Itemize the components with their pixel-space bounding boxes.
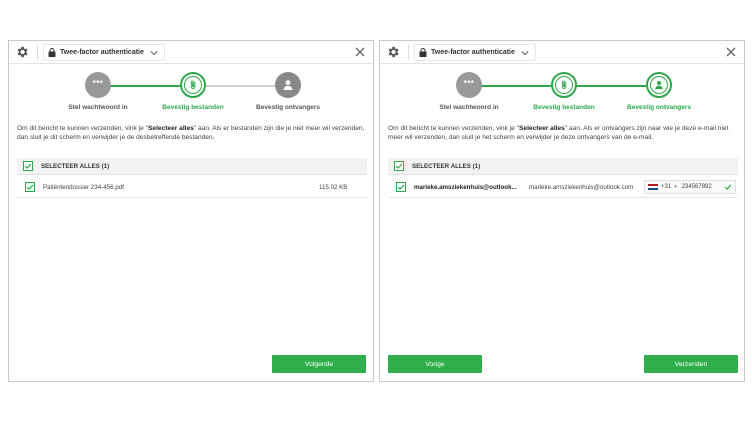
step-3-circle [275,72,301,98]
lock-icon [419,48,427,57]
file-checkbox[interactable] [25,182,35,192]
step-2-circle [551,72,577,98]
step-1-circle: *** [456,72,482,98]
select-all-label: SELECTEER ALLES (1) [412,163,481,170]
recipient-checkbox[interactable] [396,182,406,192]
auth-dialog-files: Twee-factor authenticatie *** Stel wacht… [8,40,374,382]
chevron-down-icon[interactable]: ▾ [674,184,677,190]
step-3-label: Bevestig ontvangers [256,104,320,111]
lock-icon [48,48,56,57]
check-icon [24,163,32,169]
step-3-circle [646,72,672,98]
dialog-header: Twee-factor authenticatie [380,41,744,64]
file-name: Patiëntendossier 234-456.pdf [43,184,124,191]
dropdown-title: Twee-factor authenticatie [60,49,144,56]
header-divider [408,45,409,60]
check-icon [724,184,732,190]
recipient-row: marieke.amsziekenhuis@outlook... marieke… [388,177,738,198]
progress-stepper: *** Stel wachtwoord in Bevestig bestande… [9,72,373,122]
step-1-circle: *** [85,72,111,98]
step-line-1 [110,85,180,87]
step-2-label: Bevestig bestanden [162,104,224,111]
select-all-row: SELECTEER ALLES (1) [17,158,367,175]
chevron-down-icon [521,50,529,55]
file-size: 115.02 KB [319,184,348,191]
close-icon[interactable] [726,47,736,57]
check-icon [395,163,403,169]
paperclip-icon [190,80,195,90]
select-all-checkbox[interactable] [23,161,33,171]
auth-mode-dropdown[interactable]: Twee-factor authenticatie [414,44,536,61]
step-1-glyph: *** [463,79,475,88]
step-line-2 [576,85,646,87]
gear-icon[interactable] [15,45,29,59]
select-all-checkbox[interactable] [394,161,404,171]
select-all-row: SELECTEER ALLES (1) [388,158,738,175]
gear-icon[interactable] [386,45,400,59]
send-button[interactable]: Verzenden [644,355,738,373]
step-3-label: Bevestig ontvangers [627,104,691,111]
step-line-2 [205,85,275,87]
header-divider [37,45,38,60]
user-icon [655,81,663,90]
check-icon [397,184,405,190]
next-button[interactable]: Volgende [272,355,366,373]
dialog-header: Twee-factor authenticatie [9,41,373,64]
nl-flag-icon[interactable] [648,183,658,191]
step-2-label: Bevestig bestanden [533,104,595,111]
file-row: Patiëntendossier 234-456.pdf 115.02 KB [17,177,367,198]
phone-number[interactable]: 234567892 [682,184,724,190]
instruction-text: Om dit bericht te kunnen verzenden, vink… [388,125,729,141]
country-code[interactable]: +31 [661,184,671,190]
progress-stepper: *** Stel wachtwoord in Bevestig bestande… [380,72,744,122]
step-2-circle [180,72,206,98]
auth-mode-dropdown[interactable]: Twee-factor authenticatie [43,44,165,61]
recipient-email: marieke.amsziekenhuis@outlook.com [529,184,634,191]
dropdown-title: Twee-factor authenticatie [431,49,515,56]
select-all-label: SELECTEER ALLES (1) [41,163,110,170]
chevron-down-icon [150,50,158,55]
phone-input[interactable]: +31 ▾ 234567892 [644,180,736,194]
user-icon [283,80,293,90]
check-icon [26,184,34,190]
step-1-glyph: *** [92,79,104,88]
recipient-name: marieke.amsziekenhuis@outlook... [414,184,517,191]
step-1-label: Stel wachtwoord in [68,104,128,111]
back-button[interactable]: Vorige [388,355,482,373]
step-line-1 [481,85,551,87]
paperclip-icon [561,80,566,90]
auth-dialog-recipients: Twee-factor authenticatie *** Stel wacht… [379,40,745,382]
step-1-label: Stel wachtwoord in [439,104,499,111]
instruction-text: Om dit bericht te kunnen verzenden, vink… [17,125,365,141]
close-icon[interactable] [355,47,365,57]
